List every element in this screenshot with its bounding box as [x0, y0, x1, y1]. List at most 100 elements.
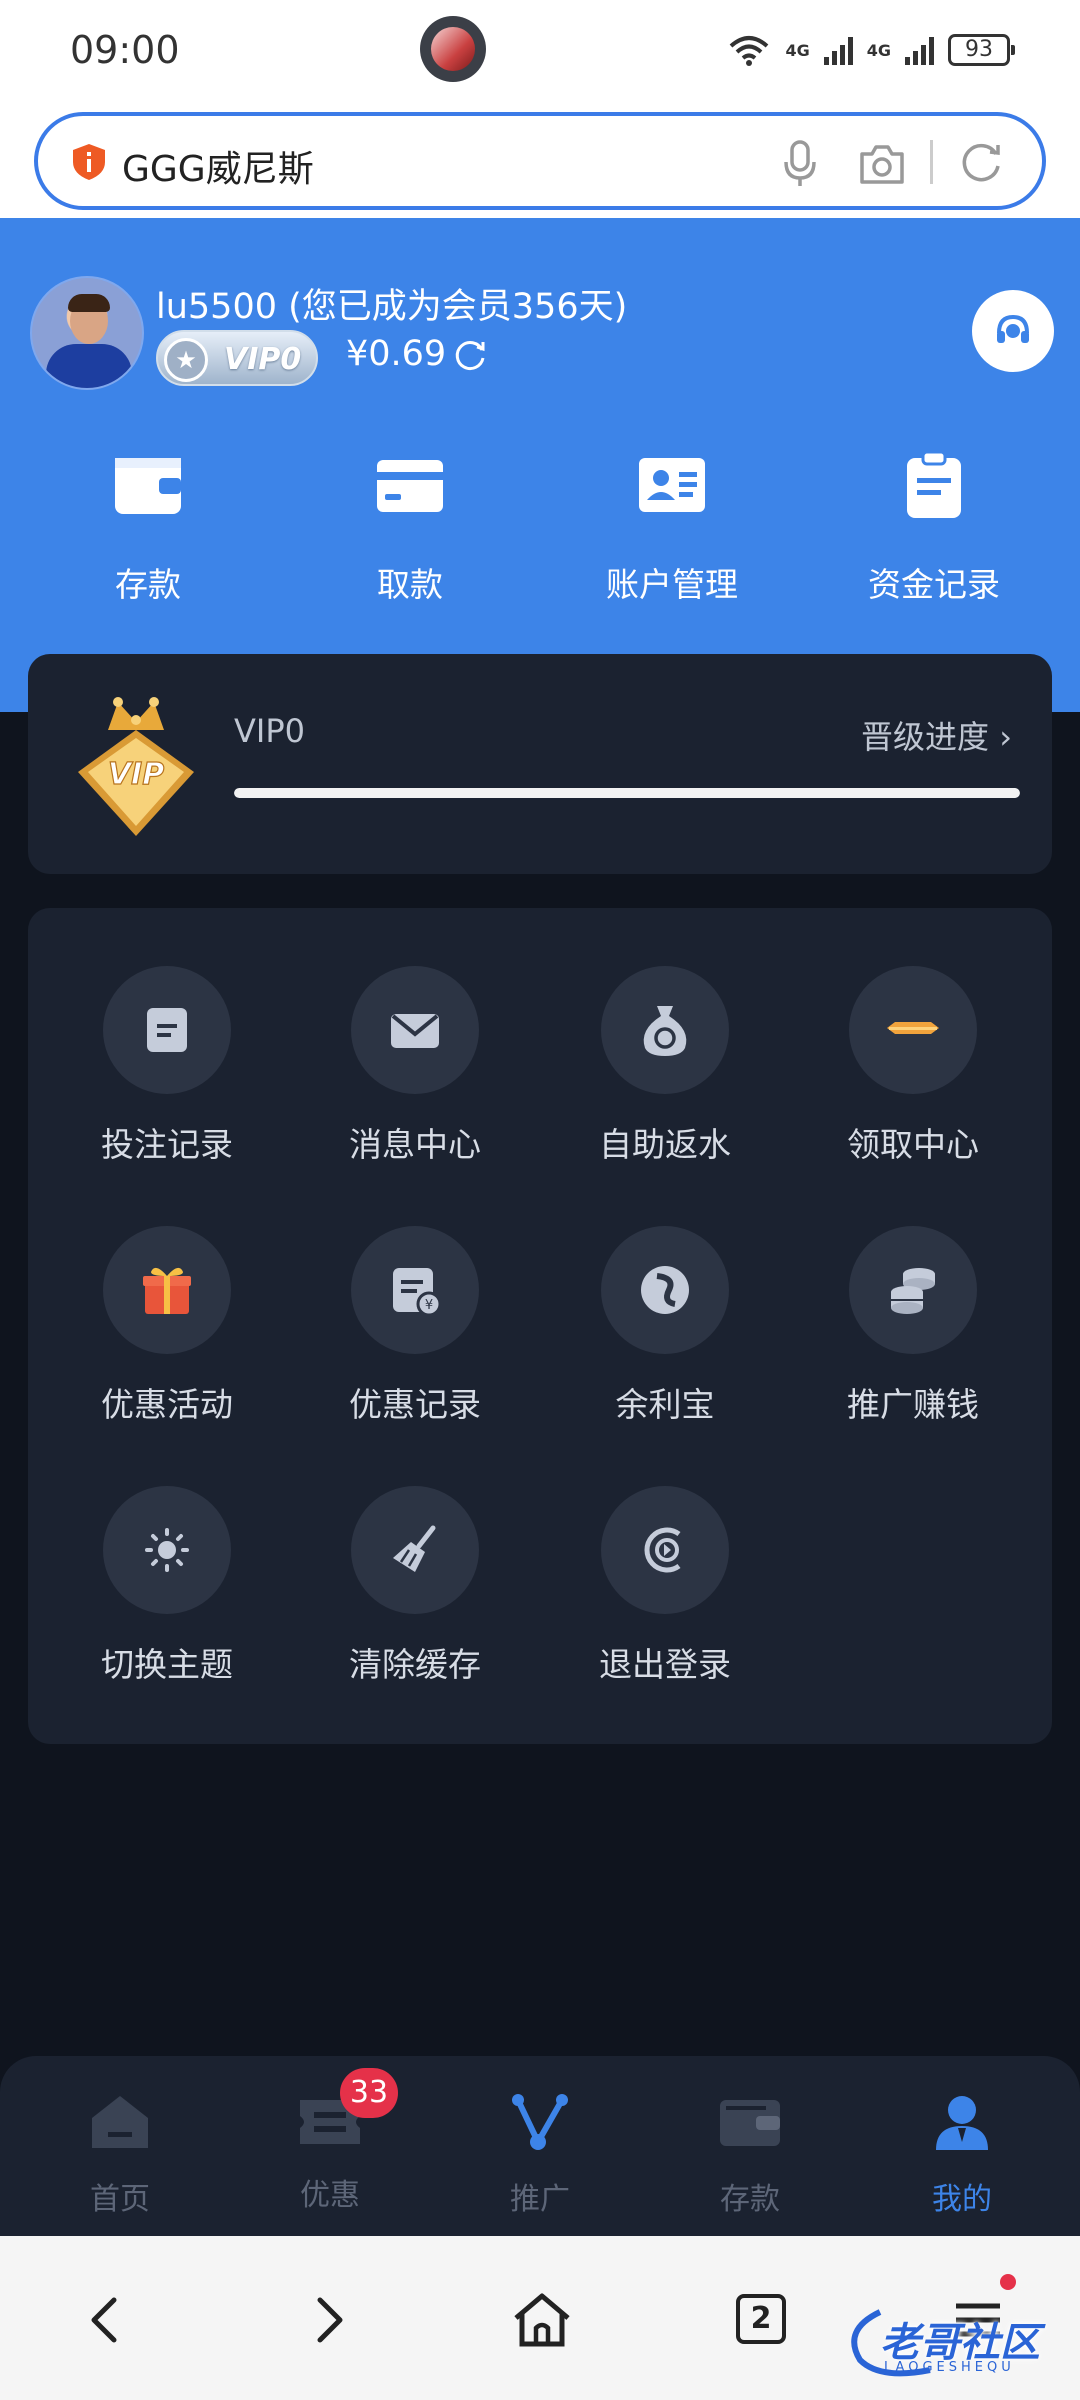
quick-account[interactable]: 账户管理 — [562, 450, 782, 606]
notification-dot — [1000, 2274, 1016, 2290]
username-text: lu5500 — [156, 287, 277, 327]
tab-count: 2 — [736, 2294, 786, 2344]
gift-icon — [143, 1267, 191, 1314]
quick-action-label: 取款 — [377, 565, 443, 604]
broom-icon — [393, 1525, 436, 1572]
status-time: 09:00 — [70, 28, 180, 72]
signal-icon — [823, 35, 853, 65]
wifi-icon — [730, 36, 769, 66]
card-icon — [377, 460, 443, 512]
menu-label: 清除缓存 — [349, 1645, 481, 1684]
headset-icon — [997, 314, 1029, 343]
yulibao-icon — [641, 1266, 689, 1314]
browser-address-bar: GGG威尼斯 — [0, 100, 1080, 218]
tabs-button[interactable]: 2 — [730, 2288, 794, 2352]
vip-progress-fill — [234, 788, 1020, 798]
vip-progress-card: VIP VIP0 晋级进度 › — [28, 654, 1052, 874]
money-bag-icon — [643, 1006, 687, 1056]
forward-icon[interactable] — [296, 2288, 360, 2352]
divider — [930, 140, 933, 184]
microphone-icon[interactable] — [780, 138, 820, 188]
shield-icon — [73, 144, 105, 180]
back-icon[interactable] — [74, 2288, 138, 2352]
menu-label: 优惠记录 — [349, 1385, 481, 1424]
menu-logout[interactable]: 退出登录 — [540, 1486, 790, 1686]
notification-avatar-icon — [420, 16, 486, 82]
id-card-icon — [639, 458, 705, 512]
quick-action-label: 账户管理 — [606, 565, 738, 604]
signal-icon-2 — [905, 35, 934, 65]
menu-label: 消息中心 — [349, 1125, 481, 1164]
network-label-1: 4G — [785, 40, 810, 60]
refresh-balance-icon[interactable] — [452, 338, 488, 374]
gold-bar-icon — [887, 1022, 939, 1034]
tab-home[interactable]: 首页 — [20, 2092, 220, 2218]
document-icon — [147, 1008, 187, 1052]
menu-label: 推广赚钱 — [847, 1385, 979, 1424]
menu-label: 切换主题 — [101, 1645, 233, 1684]
home-icon[interactable] — [510, 2288, 574, 2352]
star-icon: ★ — [164, 338, 208, 382]
tab-label: 优惠 — [300, 2178, 360, 2213]
member-duration: (您已成为会员356天) — [288, 287, 628, 327]
username: lu5500 (您已成为会员356天) — [156, 278, 627, 329]
person-icon — [936, 2096, 988, 2150]
menu-bet-records[interactable]: 投注记录 — [42, 966, 292, 1166]
tab-referral[interactable]: 推广 — [440, 2092, 640, 2218]
tab-label: 我的 — [932, 2182, 992, 2217]
logout-icon — [644, 1527, 681, 1573]
menu-switch-theme[interactable]: 切换主题 — [42, 1486, 292, 1686]
svg-text:¥: ¥ — [425, 1298, 433, 1313]
menu-yulibao[interactable]: 余利宝 — [540, 1226, 790, 1426]
camera-icon[interactable] — [858, 142, 906, 186]
quick-action-label: 存款 — [115, 565, 181, 604]
menu-label: 退出登录 — [599, 1645, 731, 1684]
reload-icon[interactable] — [958, 140, 1004, 186]
menu-panel: 投注记录 消息中心 自助返水 领取中心 优惠活动 ¥ 优惠记录 余利宝 推广赚钱… — [28, 908, 1052, 1744]
share-icon — [512, 2094, 568, 2150]
menu-label: 投注记录 — [101, 1125, 233, 1164]
clipboard-icon — [907, 450, 961, 518]
menu-label: 自助返水 — [599, 1125, 731, 1164]
menu-rebate[interactable]: 自助返水 — [540, 966, 790, 1166]
coupon-record-icon: ¥ — [393, 1268, 442, 1317]
promotions-badge: 33 — [340, 2068, 398, 2118]
upgrade-progress-label: 晋级进度 — [861, 718, 990, 756]
quick-withdraw[interactable]: 取款 — [300, 450, 520, 606]
vip-crown-icon: VIP — [78, 697, 194, 836]
network-label-2: 4G — [866, 40, 891, 60]
menu-clear-cache[interactable]: 清除缓存 — [290, 1486, 540, 1686]
menu-promo-records[interactable]: ¥ 优惠记录 — [290, 1226, 540, 1426]
menu-referral-earn[interactable]: 推广赚钱 — [788, 1226, 1038, 1426]
avatar[interactable] — [30, 276, 144, 390]
customer-service-button[interactable] — [972, 290, 1054, 372]
quick-deposit[interactable]: 存款 — [38, 450, 258, 606]
search-input[interactable]: GGG威尼斯 — [34, 112, 1046, 210]
menu-label: 优惠活动 — [101, 1385, 233, 1424]
menu-claim-center[interactable]: 领取中心 — [788, 966, 1038, 1166]
tab-label: 首页 — [90, 2182, 150, 2217]
svg-text:VIP: VIP — [108, 757, 164, 792]
search-query: GGG威尼斯 — [122, 149, 314, 190]
wallet-icon — [115, 458, 181, 514]
quick-action-label: 资金记录 — [868, 565, 1000, 604]
tab-label: 存款 — [720, 2182, 780, 2217]
tab-mine[interactable]: 我的 — [862, 2092, 1062, 2218]
menu-label: 余利宝 — [615, 1385, 715, 1424]
wallet-icon — [720, 2100, 780, 2146]
home-icon — [92, 2096, 148, 2148]
tab-promotions[interactable]: 33 优惠 — [230, 2068, 430, 2214]
menu-label: 领取中心 — [847, 1125, 979, 1164]
upgrade-progress-link[interactable]: 晋级进度 › — [861, 712, 1012, 758]
quick-fund-records[interactable]: 资金记录 — [824, 450, 1044, 606]
bottom-tab-bar: 首页 33 优惠 推广 存款 我的 — [0, 2056, 1080, 2236]
watermark-subtext: LAOGESHEQU — [884, 2360, 1015, 2375]
chevron-right-icon: › — [999, 718, 1012, 756]
sun-icon — [145, 1528, 189, 1572]
tab-deposit[interactable]: 存款 — [650, 2092, 850, 2218]
menu-messages[interactable]: 消息中心 — [290, 966, 540, 1166]
status-icons: 4G 4G 93 — [727, 30, 1015, 70]
menu-promotions[interactable]: 优惠活动 — [42, 1226, 292, 1426]
tab-label: 推广 — [510, 2182, 570, 2217]
vip-progress-bar — [234, 788, 1020, 798]
